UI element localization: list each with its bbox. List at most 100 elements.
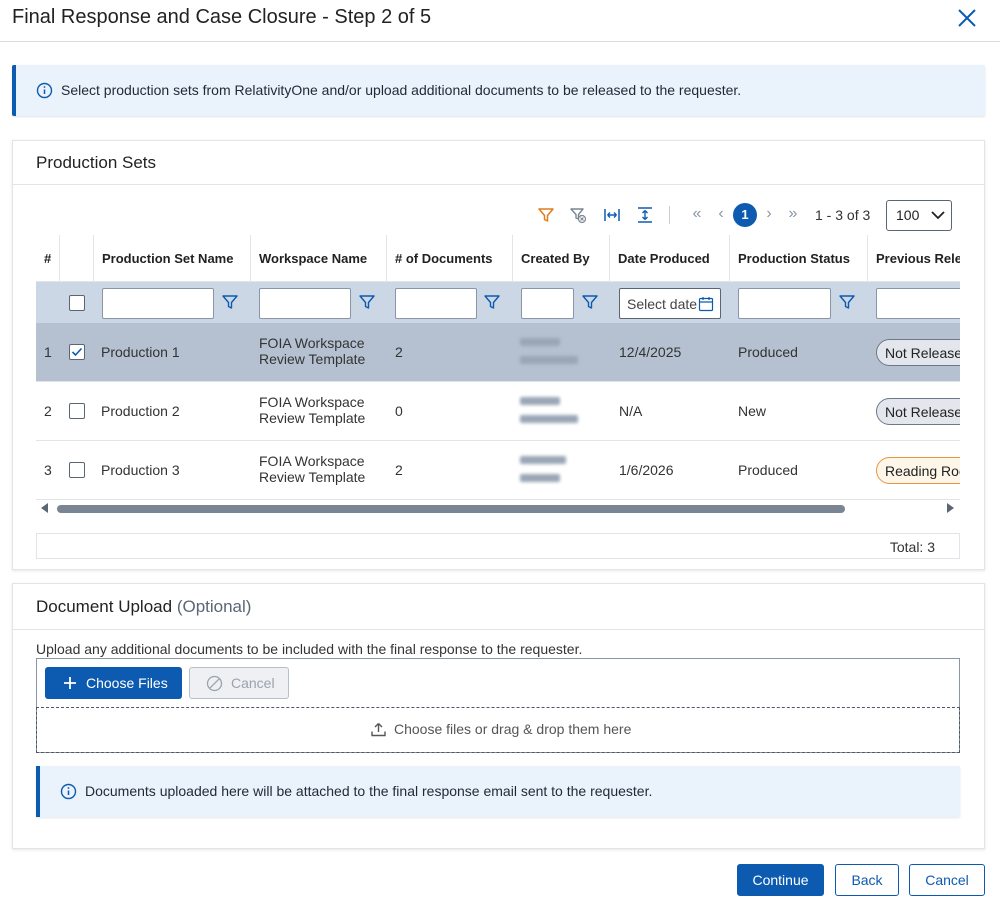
column-header-previous-release[interactable]: Previous Release [868, 235, 960, 282]
document-count: 2 [395, 462, 403, 478]
fit-columns-icon[interactable] [603, 206, 621, 224]
workspace-line: Review Template [259, 351, 366, 367]
table-row[interactable]: 2 Production 2 FOIA Workspace Review Tem… [36, 382, 960, 441]
cancel-upload-button[interactable]: Cancel [189, 667, 289, 699]
calendar-icon[interactable] [698, 296, 714, 312]
document-count: 2 [395, 344, 403, 360]
row-checkbox[interactable] [69, 344, 85, 360]
clear-filter-icon[interactable] [569, 206, 587, 224]
production-status-filter-input[interactable] [738, 288, 831, 319]
production-status: Produced [738, 344, 798, 360]
column-header-number: # [36, 235, 60, 282]
column-header-date-produced[interactable]: Date Produced [610, 235, 730, 282]
column-header-production-status[interactable]: Production Status [730, 235, 868, 282]
row-number: 2 [44, 403, 52, 419]
back-button[interactable]: Back [835, 864, 899, 896]
filter-icon[interactable] [581, 293, 599, 311]
info-banner: Select production sets from RelativityOn… [12, 65, 985, 116]
column-header-production-set-name[interactable]: Production Set Name [94, 235, 251, 282]
filter-icon[interactable] [483, 293, 501, 311]
info-icon [36, 82, 53, 99]
workspace-line: FOIA Workspace [259, 394, 365, 410]
workspace-name: FOIA Workspace Review Template [259, 394, 365, 426]
redacted-created-by [520, 394, 580, 428]
next-page-icon[interactable]: › [761, 205, 777, 223]
upload-icon [371, 723, 386, 737]
workspace-line: FOIA Workspace [259, 335, 365, 351]
cancel-icon [206, 675, 223, 692]
scroll-thumb[interactable] [57, 505, 845, 513]
scroll-right-icon[interactable] [947, 503, 954, 513]
card-divider [13, 184, 984, 185]
horizontal-scrollbar[interactable] [36, 500, 960, 518]
table-row[interactable]: 1 Production 1 FOIA Workspace Review Tem… [36, 323, 960, 382]
row-checkbox[interactable] [69, 462, 85, 478]
previous-release-badge: Reading Room [876, 457, 960, 484]
dialog-title: Final Response and Case Closure - Step 2… [12, 6, 432, 28]
plus-icon [64, 677, 76, 689]
scroll-left-icon[interactable] [41, 503, 48, 513]
row-number: 3 [44, 462, 52, 478]
column-header-documents[interactable]: # of Documents [387, 235, 513, 282]
prev-page-icon[interactable]: ‹ [713, 205, 729, 223]
page-size-value: 100 [896, 207, 920, 223]
toolbar-separator [669, 206, 670, 224]
fit-rows-icon[interactable] [636, 206, 654, 224]
file-drop-zone[interactable]: Choose files or drag & drop them here [36, 707, 960, 753]
documents-filter-input[interactable] [395, 288, 477, 319]
select-all-checkbox[interactable] [69, 295, 85, 311]
filter-row: Select date [36, 282, 960, 323]
column-header-select [60, 235, 94, 282]
cancel-button[interactable]: Cancel [909, 864, 985, 896]
drop-zone-text: Choose files or drag & drop them here [394, 721, 632, 737]
production-sets-title: Production Sets [36, 153, 157, 172]
date-produced-filter[interactable]: Select date [619, 288, 721, 319]
workspace-line: Review Template [259, 410, 366, 426]
continue-button[interactable]: Continue [737, 864, 824, 896]
first-page-icon[interactable]: « [689, 205, 705, 223]
production-set-name[interactable]: Production 2 [101, 403, 180, 419]
production-set-name-filter-input[interactable] [102, 288, 214, 319]
document-upload-title: Document Upload (Optional) [36, 597, 251, 617]
production-set-name[interactable]: Production 3 [101, 462, 180, 478]
created-by-filter-input[interactable] [521, 288, 574, 319]
table-row[interactable]: 3 Production 3 FOIA Workspace Review Tem… [36, 441, 960, 500]
date-filter-placeholder: Select date [627, 296, 698, 312]
redacted-created-by [520, 335, 580, 369]
page-range: 1 - 3 of 3 [815, 207, 871, 223]
info-icon [60, 783, 77, 800]
workspace-line: Review Template [259, 469, 366, 485]
column-header-created-by[interactable]: Created By [513, 235, 610, 282]
filter-icon[interactable] [221, 293, 239, 311]
workspace-name-filter-input[interactable] [259, 288, 351, 319]
column-header-workspace-name[interactable]: Workspace Name [251, 235, 387, 282]
previous-release-filter-input[interactable] [876, 288, 960, 319]
document-upload-title-text: Document Upload [36, 597, 173, 616]
previous-release-badge: Not Released [876, 398, 960, 425]
workspace-line: FOIA Workspace [259, 453, 365, 469]
current-page[interactable]: 1 [733, 203, 757, 227]
close-button[interactable] [955, 6, 979, 30]
document-count: 0 [395, 403, 403, 419]
close-icon [958, 9, 976, 27]
choose-files-button[interactable]: Choose Files [45, 667, 182, 699]
date-produced: 1/6/2026 [619, 462, 674, 478]
filter-icon[interactable] [358, 293, 376, 311]
production-status: New [738, 403, 767, 419]
production-sets-grid: # Production Set Name Workspace Name # o… [36, 235, 960, 500]
page-size-select[interactable]: 100 [886, 200, 952, 231]
info-banner-text: Select production sets from RelativityOn… [61, 82, 742, 98]
previous-release-badge: Not Released [876, 339, 960, 366]
filter-icon[interactable] [838, 293, 856, 311]
redacted-created-by [520, 453, 580, 487]
production-set-name[interactable]: Production 1 [101, 344, 180, 360]
last-page-icon[interactable]: » [785, 205, 801, 223]
row-checkbox[interactable] [69, 403, 85, 419]
filter-active-icon[interactable] [537, 206, 555, 224]
date-produced: 12/4/2025 [619, 344, 682, 360]
production-status: Produced [738, 462, 798, 478]
date-produced: N/A [619, 403, 643, 419]
upload-note-banner: Documents uploaded here will be attached… [36, 766, 960, 817]
cancel-upload-label: Cancel [231, 675, 275, 691]
dialog-header: Final Response and Case Closure - Step 2… [0, 0, 1000, 42]
